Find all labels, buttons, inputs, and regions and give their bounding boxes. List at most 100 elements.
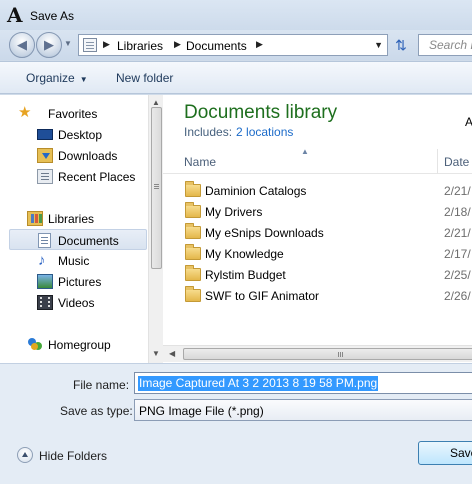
- file-row[interactable]: Rylstim Budget 2/25/: [163, 264, 472, 285]
- file-row[interactable]: My Drivers 2/18/: [163, 201, 472, 222]
- folder-icon: [185, 181, 201, 197]
- library-includes: Includes: 2 locations: [184, 125, 293, 139]
- downloads-icon: [37, 148, 53, 163]
- dialog-footer: Hide Folders Save: [0, 423, 472, 484]
- nav-scrollbar[interactable]: ▲ ▼: [148, 95, 163, 363]
- nav-label: Music: [58, 254, 90, 268]
- homegroup-icon: [27, 337, 43, 352]
- libraries-icon: [27, 211, 43, 226]
- horizontal-scrollbar[interactable]: ◀: [163, 345, 472, 362]
- nav-libraries[interactable]: Libraries: [0, 208, 148, 229]
- save-form: File name: Image Captured At 3 2 2013 8 …: [0, 363, 472, 423]
- file-date: 2/21/: [444, 184, 471, 198]
- library-title: Documents library: [184, 102, 338, 123]
- folder-icon: [185, 223, 201, 239]
- nav-label: Videos: [58, 296, 95, 310]
- locations-link[interactable]: 2 locations: [236, 125, 293, 139]
- new-folder-button[interactable]: New folder: [116, 71, 173, 85]
- file-row[interactable]: Daminion Catalogs 2/21/: [163, 180, 472, 201]
- nav-downloads[interactable]: Downloads: [0, 145, 148, 166]
- nav-pictures[interactable]: Pictures: [0, 271, 148, 292]
- forward-button[interactable]: ▶: [36, 32, 62, 58]
- column-divider[interactable]: [437, 149, 438, 174]
- organize-label: Organize: [26, 71, 75, 85]
- pictures-icon: [37, 274, 53, 289]
- column-date[interactable]: Date: [444, 155, 469, 169]
- file-name-input[interactable]: Image Captured At 3 2 2013 8 19 58 PM.pn…: [134, 372, 472, 394]
- command-bar: Organize ▼ New folder: [0, 61, 472, 94]
- forward-arrow-icon: ▶: [44, 37, 54, 52]
- collapse-up-icon: [17, 447, 33, 463]
- file-name: Rylstim Budget: [205, 268, 286, 282]
- file-name-value: Image Captured At 3 2 2013 8 19 58 PM.pn…: [138, 376, 379, 391]
- breadcrumb-separator-icon[interactable]: ▶: [256, 39, 263, 50]
- grip-icon: [338, 352, 339, 357]
- nav-recent-places[interactable]: Recent Places: [0, 166, 148, 187]
- folder-icon: [185, 265, 201, 281]
- browser-area: ★ Favorites Desktop Downloads Recent Pla…: [0, 95, 472, 363]
- save-type-select[interactable]: PNG Image File (*.png): [134, 399, 472, 421]
- recent-pages-dropdown[interactable]: ▼: [64, 39, 72, 48]
- folder-icon: [185, 202, 201, 218]
- address-row: ◀ ▶ ▼ ▶ Libraries ▶ Documents ▶ ▼ ⇅ Sear…: [0, 30, 472, 60]
- file-row[interactable]: SWF to GIF Animator 2/26/: [163, 285, 472, 306]
- breadcrumb-separator-icon[interactable]: ▶: [174, 39, 181, 50]
- folder-icon: [185, 286, 201, 302]
- scroll-thumb[interactable]: [183, 348, 472, 360]
- videos-icon: [37, 295, 53, 310]
- file-name: My Knowledge: [205, 247, 284, 261]
- file-name-label: File name:: [73, 378, 130, 392]
- nav-music[interactable]: ♪ Music: [0, 250, 148, 271]
- scroll-down-icon[interactable]: ▼: [152, 349, 160, 358]
- nav-label: Documents: [58, 234, 119, 248]
- nav-desktop[interactable]: Desktop: [0, 124, 148, 145]
- column-name[interactable]: Name: [184, 155, 216, 169]
- nav-favorites[interactable]: ★ Favorites: [0, 103, 148, 124]
- address-dropdown-icon[interactable]: ▼: [374, 40, 383, 50]
- column-header: ▲ Name Date: [163, 147, 472, 174]
- file-row[interactable]: My Knowledge 2/17/: [163, 243, 472, 264]
- file-list-pane: Documents library Includes: 2 locations A…: [163, 95, 472, 363]
- breadcrumb-documents[interactable]: Documents: [186, 39, 247, 53]
- nav-label: Favorites: [48, 107, 98, 121]
- address-bar[interactable]: ▶ Libraries ▶ Documents ▶ ▼: [78, 34, 388, 56]
- back-button[interactable]: ◀: [9, 32, 35, 58]
- nav-label: Pictures: [58, 275, 102, 289]
- save-type-label: Save as type:: [60, 404, 133, 418]
- nav-documents[interactable]: Documents: [9, 229, 147, 250]
- nav-label: Desktop: [58, 128, 103, 142]
- nav-homegroup[interactable]: Homegroup: [0, 334, 148, 355]
- nav-videos[interactable]: Videos: [0, 292, 148, 313]
- hide-folders-label: Hide Folders: [39, 449, 108, 463]
- includes-label: Includes:: [184, 125, 233, 139]
- star-icon: ★: [18, 104, 32, 121]
- search-input[interactable]: Search D: [418, 34, 472, 56]
- organize-button[interactable]: Organize ▼: [26, 71, 88, 85]
- arrange-by-label[interactable]: A: [465, 115, 472, 129]
- file-date: 2/25/: [444, 268, 471, 282]
- documents-icon: [38, 233, 51, 248]
- file-date: 2/17/: [444, 247, 471, 261]
- breadcrumb-separator-icon[interactable]: ▶: [103, 39, 110, 50]
- window-title: Save As: [30, 9, 75, 23]
- navigation-pane: ★ Favorites Desktop Downloads Recent Pla…: [0, 95, 163, 363]
- nav-label: Libraries: [48, 212, 95, 226]
- scroll-thumb[interactable]: [151, 107, 162, 269]
- save-button[interactable]: Save: [418, 441, 472, 465]
- sort-ascending-icon: ▲: [301, 147, 309, 156]
- scroll-left-icon[interactable]: ◀: [169, 349, 175, 358]
- desktop-icon: [37, 129, 53, 140]
- scroll-up-icon[interactable]: ▲: [152, 98, 160, 107]
- chevron-down-icon: ▼: [79, 75, 88, 84]
- file-name: SWF to GIF Animator: [205, 289, 320, 303]
- refresh-button[interactable]: ⇅: [390, 36, 412, 54]
- file-row[interactable]: My eSnips Downloads 2/21/: [163, 222, 472, 243]
- title-bar: A Save As: [0, 0, 472, 30]
- nav-label: Homegroup: [48, 338, 111, 352]
- file-date: 2/18/: [444, 205, 471, 219]
- breadcrumb-libraries[interactable]: Libraries: [117, 39, 163, 53]
- app-logo-icon: A: [7, 3, 23, 27]
- location-icon: [83, 38, 97, 52]
- save-type-value: PNG Image File (*.png): [139, 404, 264, 418]
- file-date: 2/21/: [444, 226, 471, 240]
